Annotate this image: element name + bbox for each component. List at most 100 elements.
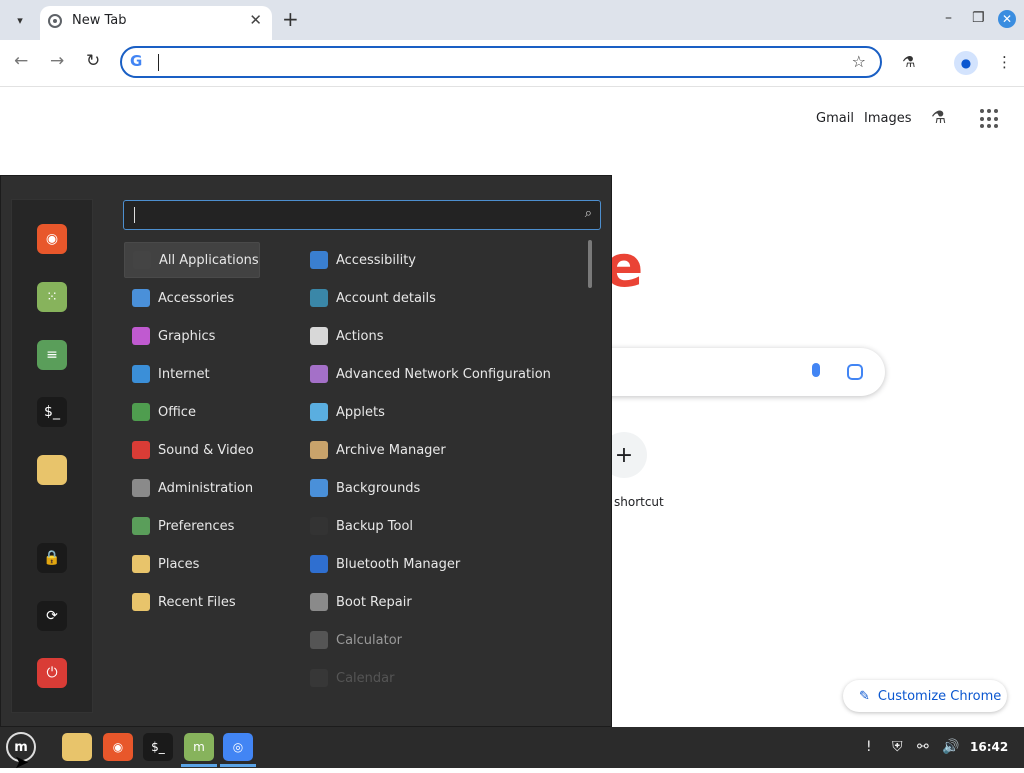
app-item[interactable]: Advanced Network Configuration	[302, 356, 572, 392]
scissors-icon	[132, 289, 150, 307]
taskbar-firefox[interactable]: ◉	[103, 733, 133, 761]
app-item[interactable]: Account details	[302, 280, 572, 316]
category-item[interactable]: Internet	[124, 356, 260, 392]
boot-repair-icon	[310, 593, 328, 611]
chrome-menu-button[interactable]: ⋮	[997, 53, 1012, 71]
category-label: Accessories	[158, 290, 235, 306]
app-label: Archive Manager	[336, 442, 446, 458]
customize-chrome-button[interactable]: ✎ Customize Chrome	[843, 680, 1007, 712]
active-indicator	[181, 764, 217, 767]
graphics-icon	[132, 327, 150, 345]
app-list-scrollbar[interactable]	[588, 240, 592, 288]
backgrounds-icon	[310, 479, 328, 497]
favorite-software-manager[interactable]: ⁙	[37, 282, 67, 312]
app-label: Backup Tool	[336, 518, 414, 534]
arrow-left-icon: ←	[14, 51, 29, 71]
notification-tray-icon[interactable]: !	[866, 739, 872, 755]
profile-button[interactable]: ●	[954, 51, 978, 75]
tab-new-tab[interactable]: New Tab ✕	[40, 6, 272, 40]
app-label: Advanced Network Configuration	[336, 366, 551, 382]
chrome-favicon-icon	[48, 14, 62, 28]
dot-icon	[994, 116, 998, 121]
lock-icon: 🔒	[43, 550, 61, 566]
category-label: Recent Files	[158, 594, 236, 610]
taskbar-software-manager[interactable]: m	[184, 733, 214, 761]
more-vert-icon: ⋮	[997, 53, 1012, 71]
app-item[interactable]: Backgrounds	[302, 470, 572, 506]
category-label: Preferences	[158, 518, 235, 534]
category-item[interactable]: Preferences	[124, 508, 260, 544]
app-item[interactable]: Applets	[302, 394, 572, 430]
calculator-icon	[310, 631, 328, 649]
gmail-link[interactable]: Gmail	[816, 111, 854, 126]
taskbar-files[interactable]	[62, 733, 92, 761]
backup-icon	[310, 517, 328, 535]
app-item[interactable]: Accessibility	[302, 242, 572, 278]
app-item[interactable]: Calculator	[302, 622, 572, 658]
window-close-button[interactable]: ✕	[998, 10, 1016, 28]
applets-icon	[310, 403, 328, 421]
mint-icon: m	[193, 740, 205, 754]
favorite-shutdown[interactable]: ⏻	[37, 658, 67, 688]
app-item[interactable]: Calendar	[302, 660, 572, 696]
google-apps-button[interactable]	[980, 109, 1000, 129]
network-config-icon	[310, 365, 328, 383]
category-item[interactable]: Sound & Video	[124, 432, 260, 468]
minimize-button[interactable]: –	[945, 10, 952, 26]
account-icon	[310, 289, 328, 307]
taskbar-terminal[interactable]: $_	[143, 733, 173, 761]
volume-icon[interactable]: 🔊	[942, 739, 959, 755]
category-item[interactable]: Recent Files	[124, 584, 260, 620]
microphone-icon[interactable]	[812, 363, 820, 377]
taskbar-chrome[interactable]: ◎	[223, 733, 253, 761]
category-item[interactable]: All Applications	[124, 242, 260, 278]
preferences-icon	[132, 517, 150, 535]
dot-icon	[980, 124, 984, 129]
favorite-system-settings[interactable]: ≡	[37, 340, 67, 370]
favorite-files[interactable]	[37, 455, 67, 485]
google-lens-icon[interactable]	[847, 364, 863, 380]
app-label: Actions	[336, 328, 384, 344]
close-icon[interactable]: ✕	[249, 11, 262, 29]
minimize-icon: –	[945, 10, 952, 26]
archive-icon	[310, 441, 328, 459]
images-link[interactable]: Images	[864, 111, 912, 126]
dot-icon	[980, 109, 984, 113]
favorite-firefox[interactable]: ◉	[37, 224, 67, 254]
app-item[interactable]: Archive Manager	[302, 432, 572, 468]
text-caret	[134, 207, 135, 223]
app-item[interactable]: Bluetooth Manager	[302, 546, 572, 582]
shield-icon[interactable]: ⛨	[892, 739, 903, 755]
dot-icon	[987, 124, 991, 129]
google-g-icon: G	[130, 52, 143, 70]
category-item[interactable]: Accessories	[124, 280, 260, 316]
new-tab-button[interactable]: +	[282, 7, 299, 31]
menu-search-input[interactable]: ⌕	[123, 200, 601, 230]
app-label: Calendar	[336, 670, 395, 686]
app-item[interactable]: Actions	[302, 318, 572, 354]
favorite-terminal[interactable]: $_	[37, 397, 67, 427]
category-item[interactable]: Graphics	[124, 318, 260, 354]
favorite-lock-screen[interactable]: 🔒	[37, 543, 67, 573]
forward-button[interactable]: →	[50, 51, 64, 71]
labs-button[interactable]: ⚗	[902, 53, 915, 71]
add-shortcut-label: shortcut	[614, 495, 664, 509]
bookmark-star-icon[interactable]: ☆	[852, 52, 866, 71]
app-item[interactable]: Boot Repair	[302, 584, 572, 620]
address-bar[interactable]: G ☆	[120, 46, 882, 78]
favorite-logout[interactable]: ⟳	[37, 601, 67, 631]
search-icon: ⌕	[584, 206, 592, 221]
clock[interactable]: 16:42	[970, 740, 1008, 754]
tab-search-button[interactable]: ▾	[8, 8, 32, 32]
network-icon[interactable]: ⚯	[917, 739, 929, 755]
app-item[interactable]: Backup Tool	[302, 508, 572, 544]
search-labs-button[interactable]: ⚗	[931, 108, 946, 128]
category-item[interactable]: Office	[124, 394, 260, 430]
back-button[interactable]: ←	[14, 51, 28, 71]
category-label: All Applications	[159, 252, 259, 268]
reload-button[interactable]: ↻	[86, 51, 100, 71]
category-item[interactable]: Administration	[124, 470, 260, 506]
close-icon: ✕	[1001, 12, 1013, 26]
category-item[interactable]: Places	[124, 546, 260, 582]
restore-button[interactable]: ❐	[972, 10, 985, 26]
